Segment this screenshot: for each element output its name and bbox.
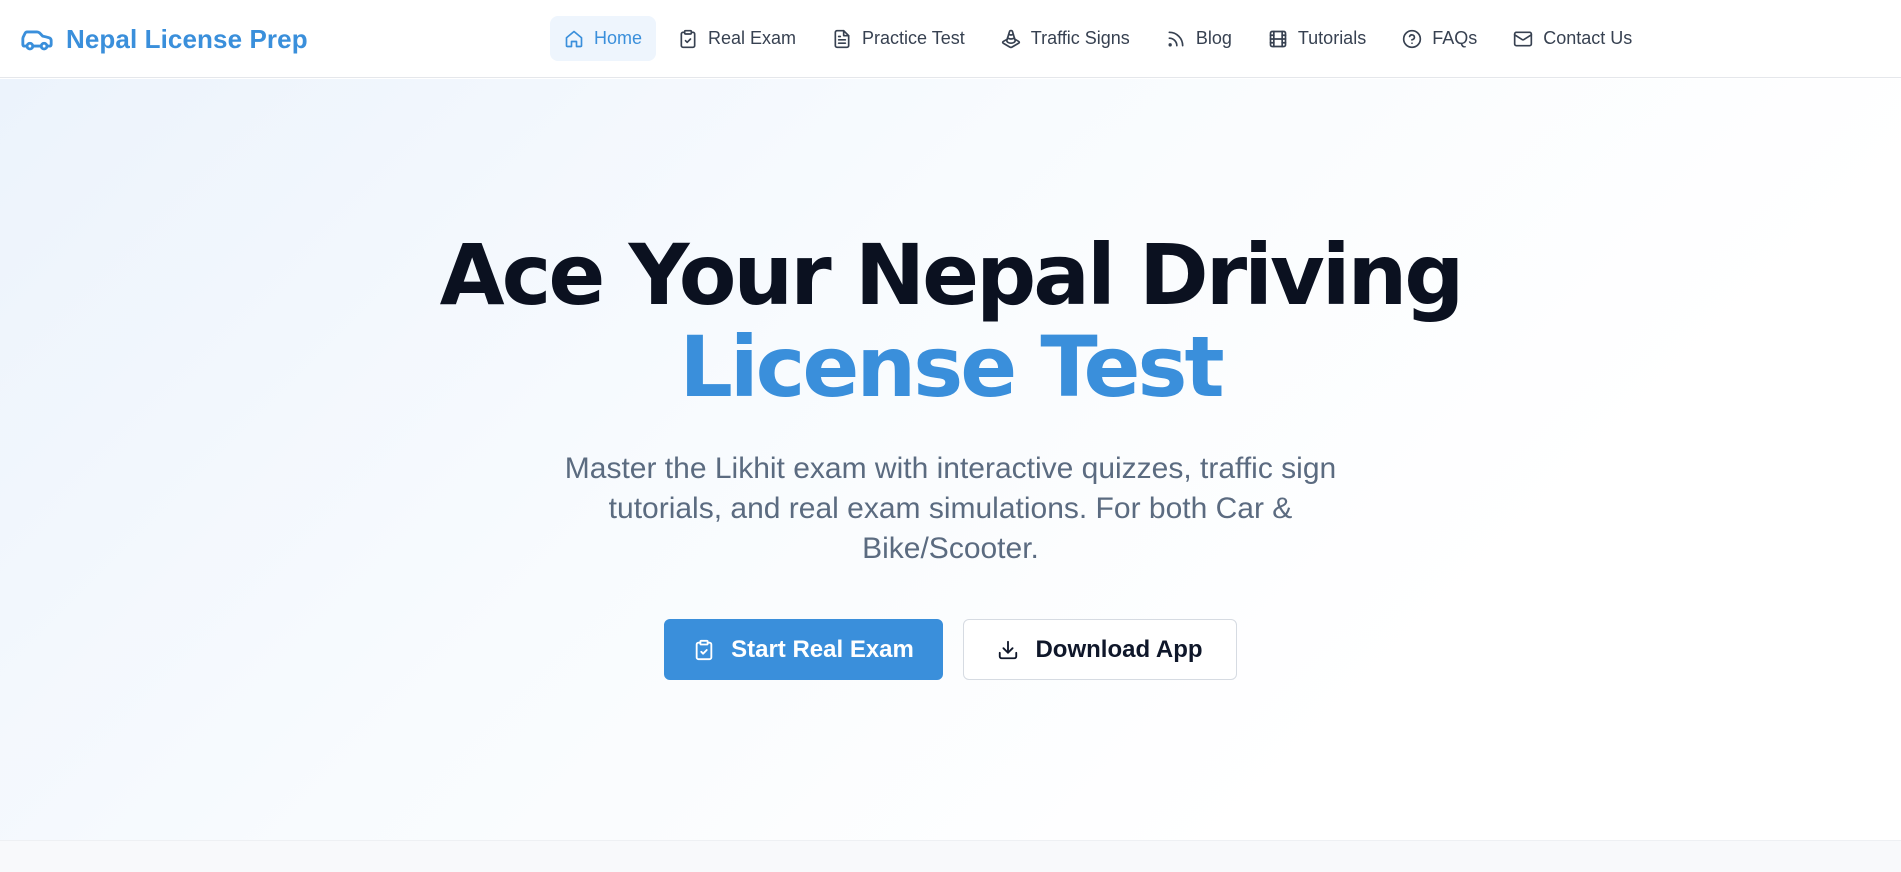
start-real-exam-label: Start Real Exam — [731, 635, 914, 663]
home-icon — [565, 30, 583, 47]
download-app-button[interactable]: Download App — [963, 619, 1237, 680]
start-real-exam-button[interactable]: Start Real Exam — [664, 619, 943, 680]
nav-item-label: Tutorials — [1297, 28, 1367, 48]
clipboard-check-icon — [695, 639, 713, 660]
help-circle-icon — [1403, 29, 1422, 48]
nav-item-label: Traffic Signs — [1030, 28, 1130, 48]
nav-item-label: Real Exam — [708, 28, 797, 48]
nav-item-real-exam[interactable]: Real Exam — [664, 16, 810, 61]
nav-item-label: Home — [594, 28, 643, 48]
hero-title-line2: License Test — [679, 318, 1224, 416]
nav-item-contact-us[interactable]: Contact Us — [1499, 16, 1646, 61]
nav-item-faqs[interactable]: FAQs — [1388, 16, 1491, 61]
nav-item-home[interactable]: Home — [550, 16, 657, 61]
next-section-edge — [0, 840, 1901, 872]
rss-icon — [1168, 31, 1184, 47]
mail-icon — [1514, 31, 1533, 46]
top-navbar: Nepal License Prep Home Real Exam Practi… — [0, 0, 1901, 78]
nav-item-label: Practice Test — [862, 28, 965, 48]
main-nav: Home Real Exam Practice Test Traffic Sig… — [550, 16, 1654, 61]
nav-item-blog[interactable]: Blog — [1152, 16, 1246, 61]
film-icon — [1269, 30, 1287, 47]
document-icon — [834, 29, 850, 48]
nav-item-tutorials[interactable]: Tutorials — [1254, 16, 1380, 61]
hero-title: Ace Your Nepal Driving License Test — [0, 229, 1901, 413]
download-app-label: Download App — [1035, 635, 1203, 663]
traffic-cone-icon — [1001, 29, 1020, 48]
nav-item-label: FAQs — [1432, 28, 1478, 48]
hero-title-line1: Ace Your Nepal Driving — [439, 226, 1465, 324]
nav-item-label: Blog — [1195, 28, 1232, 48]
hero-section: Ace Your Nepal Driving License Test Mast… — [0, 79, 1901, 840]
brand-logo-link[interactable]: Nepal License Prep — [20, 0, 308, 78]
nav-item-traffic-signs[interactable]: Traffic Signs — [987, 16, 1144, 61]
hero-subtitle: Master the Likhit exam with interactive … — [564, 452, 1337, 565]
clipboard-check-icon — [680, 29, 696, 48]
download-icon — [999, 640, 1018, 659]
car-icon — [21, 30, 53, 51]
brand-name: Nepal License Prep — [66, 23, 308, 54]
nav-item-practice-test[interactable]: Practice Test — [818, 16, 979, 61]
nav-item-label: Contact Us — [1543, 28, 1633, 48]
